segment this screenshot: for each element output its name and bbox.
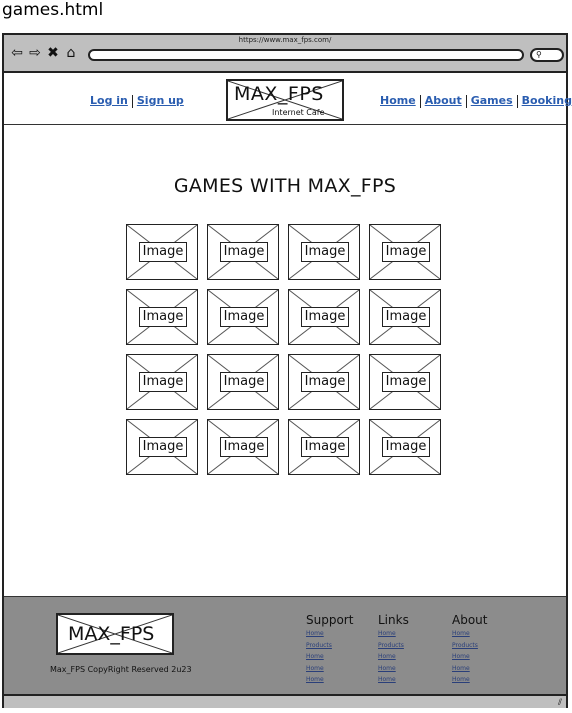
signup-link[interactable]: Sign up [137, 94, 184, 107]
site-header: Log in Sign up MAX_FPS Internet Cafe Home… [4, 75, 572, 125]
image-label: Image [382, 242, 430, 262]
game-image-tile[interactable]: Image [369, 289, 441, 345]
footer-link[interactable]: Home [306, 663, 353, 675]
footer-logo-title: MAX_FPS [68, 623, 155, 645]
game-image-tile[interactable]: Image [369, 224, 441, 280]
divider [516, 94, 518, 108]
close-icon[interactable]: ✖ [46, 45, 60, 61]
footer-link[interactable]: Products [378, 640, 409, 652]
footer-logo[interactable]: MAX_FPS [56, 613, 174, 655]
browser-toolbar: https://www.max_fps.com/ ⇦ ⇨ ✖ ⌂ ⚲ [4, 35, 566, 73]
game-image-tile[interactable]: Image [126, 289, 198, 345]
nav-booking[interactable]: Booking [522, 94, 572, 107]
nav-about[interactable]: About [425, 94, 462, 107]
game-image-tile[interactable]: Image [126, 354, 198, 410]
auth-links: Log in Sign up [90, 94, 184, 108]
footer-link[interactable]: Home [378, 628, 409, 640]
divider [419, 94, 421, 108]
image-label: Image [301, 437, 349, 457]
image-label: Image [301, 242, 349, 262]
image-label: Image [220, 372, 268, 392]
footer-link[interactable]: Home [378, 663, 409, 675]
divider [465, 94, 467, 108]
footer-column-links: Links Home Products Home Home Home [378, 613, 409, 686]
game-image-tile[interactable]: Image [369, 354, 441, 410]
nav-games[interactable]: Games [471, 94, 513, 107]
footer-column-title: Links [378, 613, 409, 627]
game-image-tile[interactable]: Image [288, 354, 360, 410]
divider [131, 94, 133, 108]
footer-link[interactable]: Home [378, 651, 409, 663]
forward-arrow-icon[interactable]: ⇨ [28, 45, 42, 61]
image-label: Image [301, 372, 349, 392]
login-link[interactable]: Log in [90, 94, 128, 107]
search-icon: ⚲ [536, 50, 542, 59]
game-image-tile[interactable]: Image [207, 289, 279, 345]
status-bar: ⫽ [4, 694, 566, 708]
footer-link[interactable]: Home [306, 674, 353, 686]
file-title: games.html [2, 0, 104, 20]
image-label: Image [220, 242, 268, 262]
footer-link[interactable]: Home [452, 663, 487, 675]
footer-link[interactable]: Home [306, 628, 353, 640]
main-nav: Home About Games Booking [380, 94, 572, 108]
back-arrow-icon[interactable]: ⇦ [10, 45, 24, 61]
footer-column-support: Support Home Products Home Home Home [306, 613, 353, 686]
image-label: Image [139, 437, 187, 457]
image-label: Image [382, 437, 430, 457]
footer-link[interactable]: Home [452, 651, 487, 663]
game-image-tile[interactable]: Image [207, 224, 279, 280]
game-image-tile[interactable]: Image [369, 419, 441, 475]
footer-link[interactable]: Home [378, 674, 409, 686]
footer-link[interactable]: Home [452, 628, 487, 640]
image-label: Image [220, 307, 268, 327]
game-image-tile[interactable]: Image [126, 419, 198, 475]
image-label: Image [139, 242, 187, 262]
footer-link[interactable]: Products [306, 640, 353, 652]
footer-link[interactable]: Products [452, 640, 487, 652]
site-footer: MAX_FPS Max_FPS CopyRight Reserved 2u23 … [4, 596, 566, 694]
image-label: Image [382, 372, 430, 392]
nav-icons: ⇦ ⇨ ✖ ⌂ [10, 45, 78, 61]
logo-subtitle: Internet Cafe [272, 108, 325, 117]
game-image-tile[interactable]: Image [288, 419, 360, 475]
footer-column-title: Support [306, 613, 354, 627]
image-label: Image [220, 437, 268, 457]
image-label: Image [139, 307, 187, 327]
header-logo[interactable]: MAX_FPS Internet Cafe [226, 79, 344, 121]
games-grid: Image Image Image Image Image Image Image Image… [126, 224, 441, 475]
footer-link[interactable]: Home [306, 651, 353, 663]
game-image-tile[interactable]: Image [207, 354, 279, 410]
page-title: GAMES WITH MAX_FPS [173, 175, 397, 197]
image-label: Image [301, 307, 349, 327]
footer-column-title: About [452, 613, 488, 627]
search-button[interactable]: ⚲ [530, 48, 564, 62]
home-icon[interactable]: ⌂ [64, 45, 78, 61]
footer-column-about: About Home Products Home Home Home [452, 613, 487, 686]
image-label: Image [382, 307, 430, 327]
game-image-tile[interactable]: Image [207, 419, 279, 475]
browser-window: https://www.max_fps.com/ ⇦ ⇨ ✖ ⌂ ⚲ Log i… [2, 33, 572, 708]
game-image-tile[interactable]: Image [288, 289, 360, 345]
address-bar[interactable] [88, 49, 524, 61]
url-caption: https://www.max_fps.com/ [238, 36, 332, 44]
image-label: Image [139, 372, 187, 392]
logo-title: MAX_FPS [234, 83, 324, 105]
game-image-tile[interactable]: Image [288, 224, 360, 280]
footer-link[interactable]: Home [452, 674, 487, 686]
copyright-text: Max_FPS CopyRight Reserved 2u23 [50, 665, 192, 674]
resize-grip-icon[interactable]: ⫽ [558, 698, 562, 708]
nav-home[interactable]: Home [380, 94, 416, 107]
game-image-tile[interactable]: Image [126, 224, 198, 280]
